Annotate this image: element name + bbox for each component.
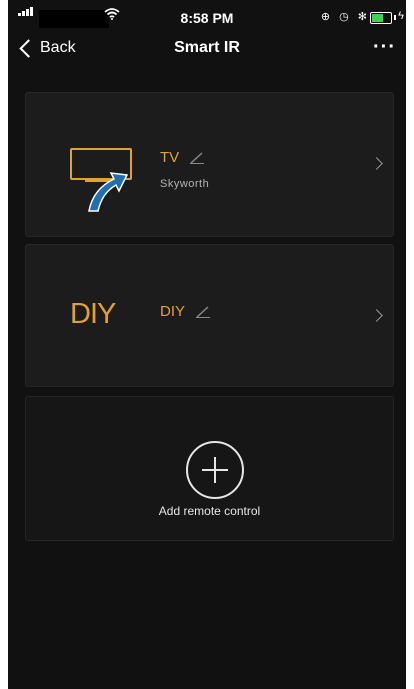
device-name: TV xyxy=(160,149,180,166)
device-card-tv[interactable]: TV Skyworth xyxy=(25,92,394,237)
chevron-right-icon xyxy=(370,309,383,322)
device-brand: Skyworth xyxy=(160,178,210,190)
device-card-diy[interactable]: DIY DIY xyxy=(25,244,394,387)
edit-pencil-icon[interactable] xyxy=(195,305,211,318)
arrow-annotation xyxy=(88,172,129,212)
diy-icon: DIY xyxy=(70,298,116,330)
add-remote-card[interactable]: Add remote control xyxy=(25,396,394,541)
page-title: Smart IR xyxy=(174,39,240,56)
status-icons: ⊕ ◷ ✻ xyxy=(320,11,370,23)
plus-circle-icon xyxy=(186,441,244,499)
device-title: DIY xyxy=(160,303,211,320)
nav-bar: Back Smart IR ··· xyxy=(8,36,406,70)
edit-pencil-icon[interactable] xyxy=(189,151,205,164)
device-title: TV xyxy=(160,149,205,166)
device-name: DIY xyxy=(160,303,186,320)
phone-screen: 8:58 PM ⊕ ◷ ✻ ϟ Back Smart IR ··· TV Sky… xyxy=(8,0,406,689)
charging-icon: ϟ xyxy=(398,10,404,22)
battery-tip xyxy=(394,15,396,20)
add-remote-label: Add remote control xyxy=(158,504,261,518)
battery-icon xyxy=(370,12,392,24)
chevron-right-icon xyxy=(370,157,383,170)
more-options-button[interactable]: ··· xyxy=(373,36,396,59)
status-bar: 8:58 PM ⊕ ◷ ✻ ϟ xyxy=(8,0,406,36)
